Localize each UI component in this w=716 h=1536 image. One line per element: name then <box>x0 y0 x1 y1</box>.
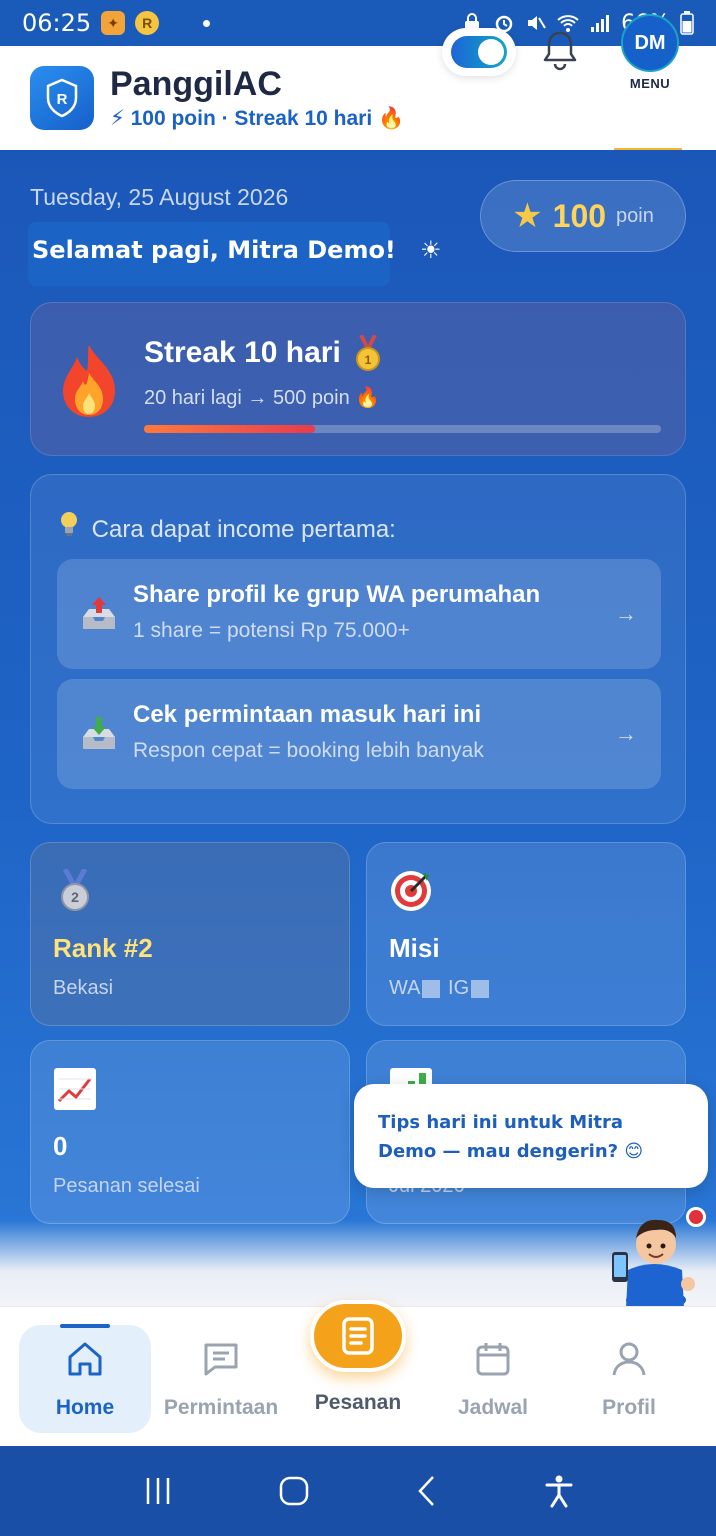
calendar-icon <box>476 1343 510 1376</box>
status-time: 06:25 <box>22 9 92 37</box>
app-header: R PanggilAC ⚡ 100 poin · Streak 10 hari … <box>0 46 716 150</box>
income-tips-card: Cara dapat income pertama: Share profil … <box>30 474 686 824</box>
tip-subtitle: 1 share = potensi Rp 75.000+ <box>133 619 410 642</box>
fire-icon <box>63 345 115 417</box>
inbox-tray-icon <box>83 717 115 749</box>
nav-schedule-label: Jadwal <box>457 1396 529 1419</box>
income-tips-title: Cara dapat income pertama: <box>91 516 396 543</box>
home-system-icon[interactable] <box>278 1475 310 1507</box>
gold-medal-icon: 1 <box>356 335 381 371</box>
recent-apps-icon[interactable] <box>143 1476 173 1506</box>
mission-subtitle: WA IG <box>389 977 491 1000</box>
more-notifications-dot <box>203 19 211 27</box>
orders-label: Pesanan selesai <box>53 1175 200 1197</box>
assistant-notification-dot <box>686 1207 706 1227</box>
star-icon: ★ <box>512 197 543 235</box>
mission-ig-label: IG <box>448 977 470 999</box>
points-value: 100 <box>552 197 607 234</box>
header-points-streak: ⚡ 100 poin · Streak 10 hari 🔥 <box>110 107 405 130</box>
assistant-tip-bubble[interactable]: Tips hari ini untuk Mitra Demo — mau den… <box>354 1084 708 1188</box>
message-icon <box>204 1343 238 1376</box>
rank-title: Rank #2 <box>53 933 153 963</box>
streak-subtitle: 20 hari lagi → 500 poin 🔥 <box>144 387 381 409</box>
chart-increasing-icon <box>54 1068 96 1110</box>
menu-avatar-button[interactable]: DM MENU <box>612 14 688 91</box>
rank-city: Bekasi <box>53 977 114 999</box>
app-notification-icon: ✦ <box>101 11 126 35</box>
mission-ig-box <box>471 979 490 998</box>
outbox-tray-icon <box>83 597 115 629</box>
orders-count: 0 <box>53 1131 68 1161</box>
silver-medal-icon: 2 <box>61 869 89 911</box>
target-icon <box>391 871 431 911</box>
lightbulb-icon <box>61 512 77 536</box>
orders-completed-card[interactable]: 0 Pesanan selesai <box>30 1040 350 1224</box>
streak-progress-fill <box>144 425 315 433</box>
arrow-right-icon: → <box>615 601 637 626</box>
nav-home[interactable]: Home <box>19 1325 151 1433</box>
tip-check-requests[interactable]: Cek permintaan masuk hari ini Respon cep… <box>57 679 661 789</box>
document-icon <box>342 1317 374 1355</box>
current-date: Tuesday, 25 August 2026 <box>30 184 289 210</box>
notification-bell-icon[interactable] <box>540 28 580 72</box>
nav-requests-label: Permintaan <box>163 1396 279 1419</box>
app-name: PanggilAC <box>110 65 282 103</box>
income-tips-heading: Cara dapat income pertama: <box>59 511 396 544</box>
svg-text:1: 1 <box>365 353 372 367</box>
app-logo: R <box>30 66 94 130</box>
nav-active-indicator <box>60 1324 110 1328</box>
streak-title: Streak 10 hari 1 <box>144 335 381 373</box>
signal-icon <box>591 15 610 32</box>
rewards-notification-icon: R <box>135 11 160 35</box>
mission-wa-box <box>422 979 441 998</box>
availability-toggle[interactable] <box>442 28 516 76</box>
shield-logo-icon: R <box>46 78 78 118</box>
nav-profile-label: Profil <box>602 1396 656 1419</box>
accessibility-icon[interactable] <box>544 1474 574 1508</box>
system-navigation <box>0 1446 716 1536</box>
toggle-knob <box>478 39 504 65</box>
svg-text:R: R <box>57 91 68 108</box>
tip-subtitle: Respon cepat = booking lebih banyak <box>133 739 484 762</box>
sun-icon: ☀ <box>420 237 442 264</box>
points-unit: poin <box>616 204 654 227</box>
nav-orders-label: Pesanan <box>314 1391 402 1414</box>
toggle-track <box>451 36 507 68</box>
mission-title: Misi <box>389 933 440 963</box>
user-icon <box>612 1342 646 1376</box>
nav-profile[interactable]: Profil <box>563 1325 695 1433</box>
tip-share-profile[interactable]: Share profil ke grup WA perumahan 1 shar… <box>57 559 661 669</box>
nav-orders-button[interactable] <box>310 1300 406 1372</box>
assistant-mascot-icon[interactable] <box>604 1208 700 1308</box>
back-icon[interactable] <box>415 1475 439 1507</box>
mission-wa-label: WA <box>389 977 421 999</box>
rank-card[interactable]: 2 Rank #2 Bekasi <box>30 842 350 1026</box>
nav-home-label: Home <box>55 1396 115 1419</box>
tip-title: Share profil ke grup WA perumahan <box>133 581 541 608</box>
svg-text:2: 2 <box>71 889 79 905</box>
mission-card[interactable]: Misi WA IG <box>366 842 686 1026</box>
nav-schedule[interactable]: Jadwal <box>427 1325 559 1433</box>
avatar: DM <box>621 14 679 72</box>
greeting-text: Selamat pagi, Mitra Demo! <box>28 222 396 286</box>
tip-title: Cek permintaan masuk hari ini <box>133 701 482 728</box>
points-pill[interactable]: ★ 100 poin <box>480 180 686 252</box>
menu-label: MENU <box>629 76 671 91</box>
status-bar: 06:25 ✦ R 66% <box>0 0 716 46</box>
nav-requests[interactable]: Permintaan <box>155 1325 287 1433</box>
home-icon <box>68 1342 102 1376</box>
streak-title-text: Streak 10 hari <box>144 335 341 369</box>
streak-card[interactable]: Streak 10 hari 1 20 hari lagi → 500 poin… <box>30 302 686 456</box>
arrow-right-icon: → <box>615 721 637 746</box>
streak-progress-bar <box>144 425 661 433</box>
grid-notification-icon <box>169 11 193 35</box>
